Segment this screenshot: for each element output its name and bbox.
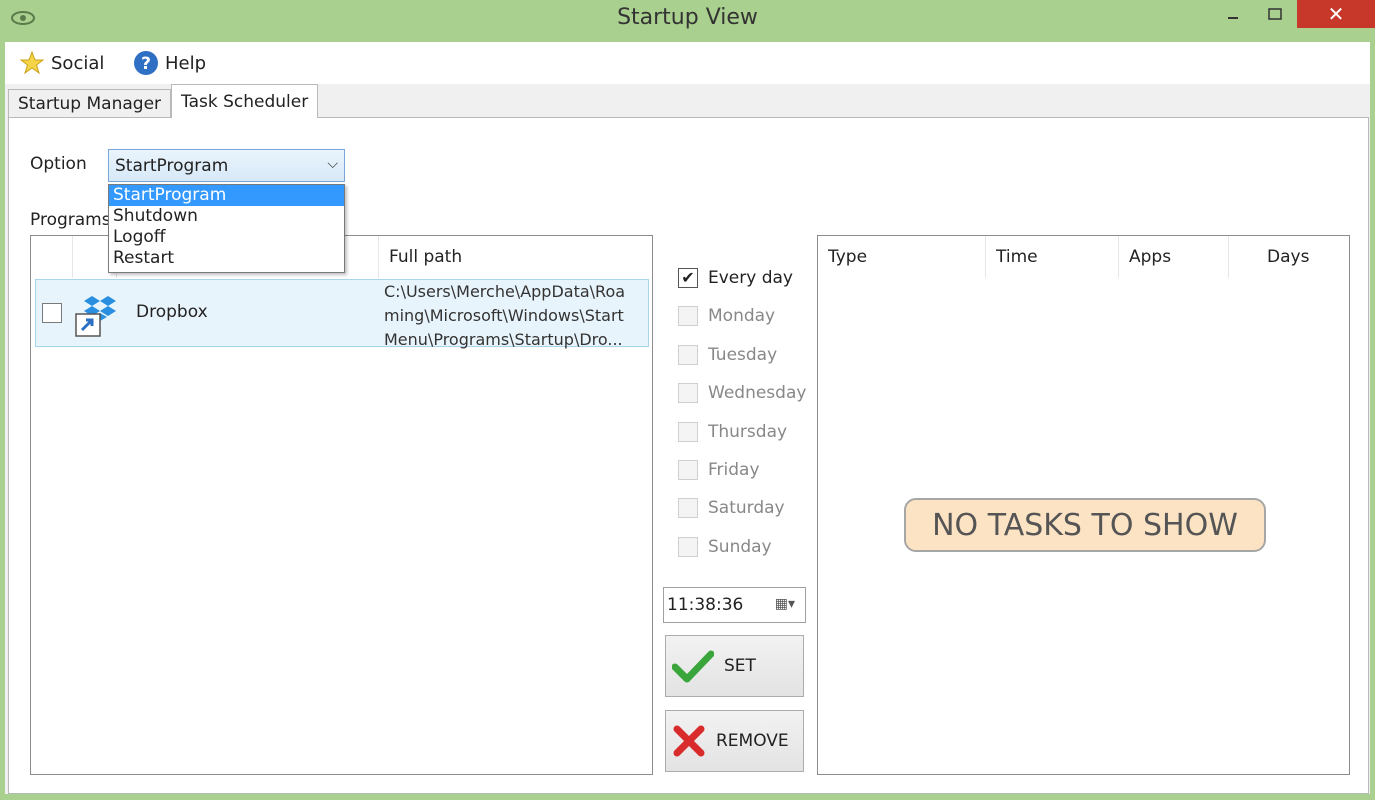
close-button[interactable]: ✕ [1297, 0, 1375, 28]
x-icon [673, 725, 705, 757]
day-label: Sunday [708, 537, 772, 557]
set-button-label: SET [724, 656, 756, 676]
menu-bar: Social ? Help [5, 42, 1370, 84]
dropbox-icon [75, 296, 116, 337]
checkbox[interactable] [678, 383, 698, 403]
tasks-list: Type Time Apps Days NO TASKS TO SHOW [817, 235, 1350, 775]
svg-text:?: ? [141, 54, 151, 74]
day-sunday[interactable]: Sunday [678, 535, 772, 559]
day-saturday[interactable]: Saturday [678, 496, 785, 520]
option-select-value: StartProgram [115, 155, 229, 176]
maximize-button[interactable] [1252, 0, 1298, 28]
programs-list: Full path Dropbox C:\Users\Merche\AppDat… [30, 235, 653, 775]
checkbox[interactable] [678, 498, 698, 518]
checkbox[interactable] [678, 460, 698, 480]
window-title: Startup View [617, 5, 758, 30]
set-button[interactable]: SET [665, 635, 804, 697]
program-path-line: Menu\Programs\Startup\Dro... [384, 330, 623, 349]
remove-button[interactable]: REMOVE [665, 710, 804, 772]
day-wednesday[interactable]: Wednesday [678, 381, 806, 405]
day-every-day[interactable]: ✔ Every day [678, 266, 793, 290]
calendar-icon[interactable]: ▦▾ [775, 596, 795, 612]
close-icon: ✕ [1327, 2, 1345, 26]
help-icon: ? [134, 51, 158, 75]
star-icon [19, 50, 45, 75]
option-item-shutdown[interactable]: Shutdown [109, 206, 344, 227]
day-thursday[interactable]: Thursday [678, 420, 787, 444]
column-header-type[interactable]: Type [818, 236, 986, 278]
day-tuesday[interactable]: Tuesday [678, 343, 777, 367]
program-path: C:\Users\Merche\AppData\Roa ming\Microso… [384, 280, 648, 352]
empty-tasks-message: NO TASKS TO SHOW [904, 498, 1266, 552]
program-checkbox[interactable] [42, 303, 62, 323]
menu-help[interactable]: ? Help [133, 50, 206, 76]
minimize-button[interactable] [1210, 0, 1256, 28]
program-path-line: ming\Microsoft\Windows\Start [384, 306, 624, 325]
day-monday[interactable]: Monday [678, 304, 775, 328]
client-area: Social ? Help Startup Manager Task Sched… [5, 42, 1370, 794]
time-picker[interactable]: 11:38:36 ▦▾ [663, 587, 806, 623]
program-row[interactable]: Dropbox C:\Users\Merche\AppData\Roa ming… [35, 279, 649, 349]
maximize-icon [1268, 8, 1282, 20]
program-path-line: C:\Users\Merche\AppData\Roa [384, 282, 626, 301]
day-label: Saturday [708, 498, 785, 518]
column-header-days[interactable]: Days [1229, 236, 1349, 278]
option-item-restart[interactable]: Restart [109, 248, 344, 269]
option-item-logoff[interactable]: Logoff [109, 227, 344, 248]
day-label: Monday [708, 306, 776, 326]
day-label: Thursday [708, 422, 788, 442]
tab-startup-manager[interactable]: Startup Manager [8, 89, 172, 117]
programs-label: Programs [30, 210, 111, 230]
remove-button-label: REMOVE [716, 731, 789, 751]
day-label: Tuesday [708, 345, 778, 365]
day-label: Wednesday [708, 383, 807, 403]
option-label: Option [30, 154, 87, 174]
menu-help-label: Help [165, 52, 207, 74]
column-header-full-path[interactable]: Full path [379, 236, 653, 278]
option-select[interactable]: StartProgram ⌵ [108, 149, 345, 182]
tab-task-scheduler[interactable]: Task Scheduler [171, 84, 319, 118]
minimize-icon [1228, 17, 1238, 19]
menu-social[interactable]: Social [19, 50, 104, 76]
checkbox-checked[interactable]: ✔ [678, 268, 698, 288]
option-item-startprogram[interactable]: StartProgram [109, 185, 344, 206]
time-value: 11:38:36 [667, 595, 744, 615]
column-header-apps[interactable]: Apps [1119, 236, 1229, 278]
day-label: Every day [708, 268, 793, 288]
title-bar: Startup View ✕ [0, 0, 1375, 42]
checkbox[interactable] [678, 306, 698, 326]
menu-social-label: Social [51, 52, 105, 74]
checkmark-icon [672, 650, 714, 683]
day-label: Friday [708, 460, 760, 480]
program-name: Dropbox [136, 302, 208, 322]
chevron-down-icon: ⌵ [327, 156, 338, 172]
checkbox[interactable] [678, 345, 698, 365]
checkbox[interactable] [678, 537, 698, 557]
checkbox[interactable] [678, 422, 698, 442]
option-dropdown: StartProgram Shutdown Logoff Restart [108, 184, 345, 273]
column-header-check[interactable] [31, 236, 73, 278]
day-friday[interactable]: Friday [678, 458, 760, 482]
column-header-time[interactable]: Time [986, 236, 1119, 278]
